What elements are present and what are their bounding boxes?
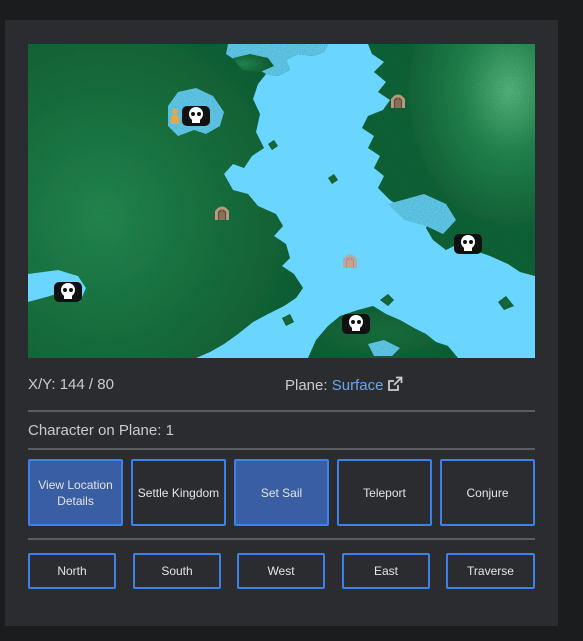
plane-readout: Plane: Surface xyxy=(285,376,403,396)
move-north-button[interactable]: North xyxy=(28,553,116,589)
character-count-label: Character on Plane: xyxy=(28,422,162,439)
move-east-button[interactable]: East xyxy=(342,553,430,589)
divider xyxy=(28,538,535,540)
view-location-details-button[interactable]: View Location Details xyxy=(28,459,123,526)
plane-label: Plane: xyxy=(285,377,328,394)
settle-kingdom-button[interactable]: Settle Kingdom xyxy=(131,459,226,526)
move-south-button[interactable]: South xyxy=(133,553,221,589)
skull-icon[interactable] xyxy=(342,312,370,336)
world-map[interactable] xyxy=(28,44,535,358)
coordinates-readout: X/Y: 144 / 80 xyxy=(28,376,114,393)
character-count-value: 1 xyxy=(165,422,174,439)
divider xyxy=(28,410,535,412)
move-west-button[interactable]: West xyxy=(237,553,325,589)
skull-icon[interactable] xyxy=(454,232,482,256)
map-terrain xyxy=(28,44,535,358)
character-icon[interactable] xyxy=(170,108,180,124)
gate-icon[interactable] xyxy=(214,204,230,220)
gate-icon[interactable] xyxy=(342,252,358,268)
plane-link[interactable]: Surface xyxy=(332,377,384,394)
teleport-button[interactable]: Teleport xyxy=(337,459,432,526)
coordinates-label: X/Y: xyxy=(28,376,56,393)
character-count: Character on Plane: 1 xyxy=(28,422,174,439)
traverse-button[interactable]: Traverse xyxy=(446,553,535,589)
external-link-icon[interactable] xyxy=(387,376,403,396)
map-panel: X/Y: 144 / 80 Plane: Surface Character o… xyxy=(5,20,558,626)
set-sail-button[interactable]: Set Sail xyxy=(234,459,329,526)
divider xyxy=(28,448,535,450)
conjure-button[interactable]: Conjure xyxy=(440,459,535,526)
coordinates-value: 144 / 80 xyxy=(59,376,114,393)
skull-icon[interactable] xyxy=(54,280,82,304)
skull-icon[interactable] xyxy=(182,104,210,128)
gate-icon[interactable] xyxy=(390,92,406,108)
